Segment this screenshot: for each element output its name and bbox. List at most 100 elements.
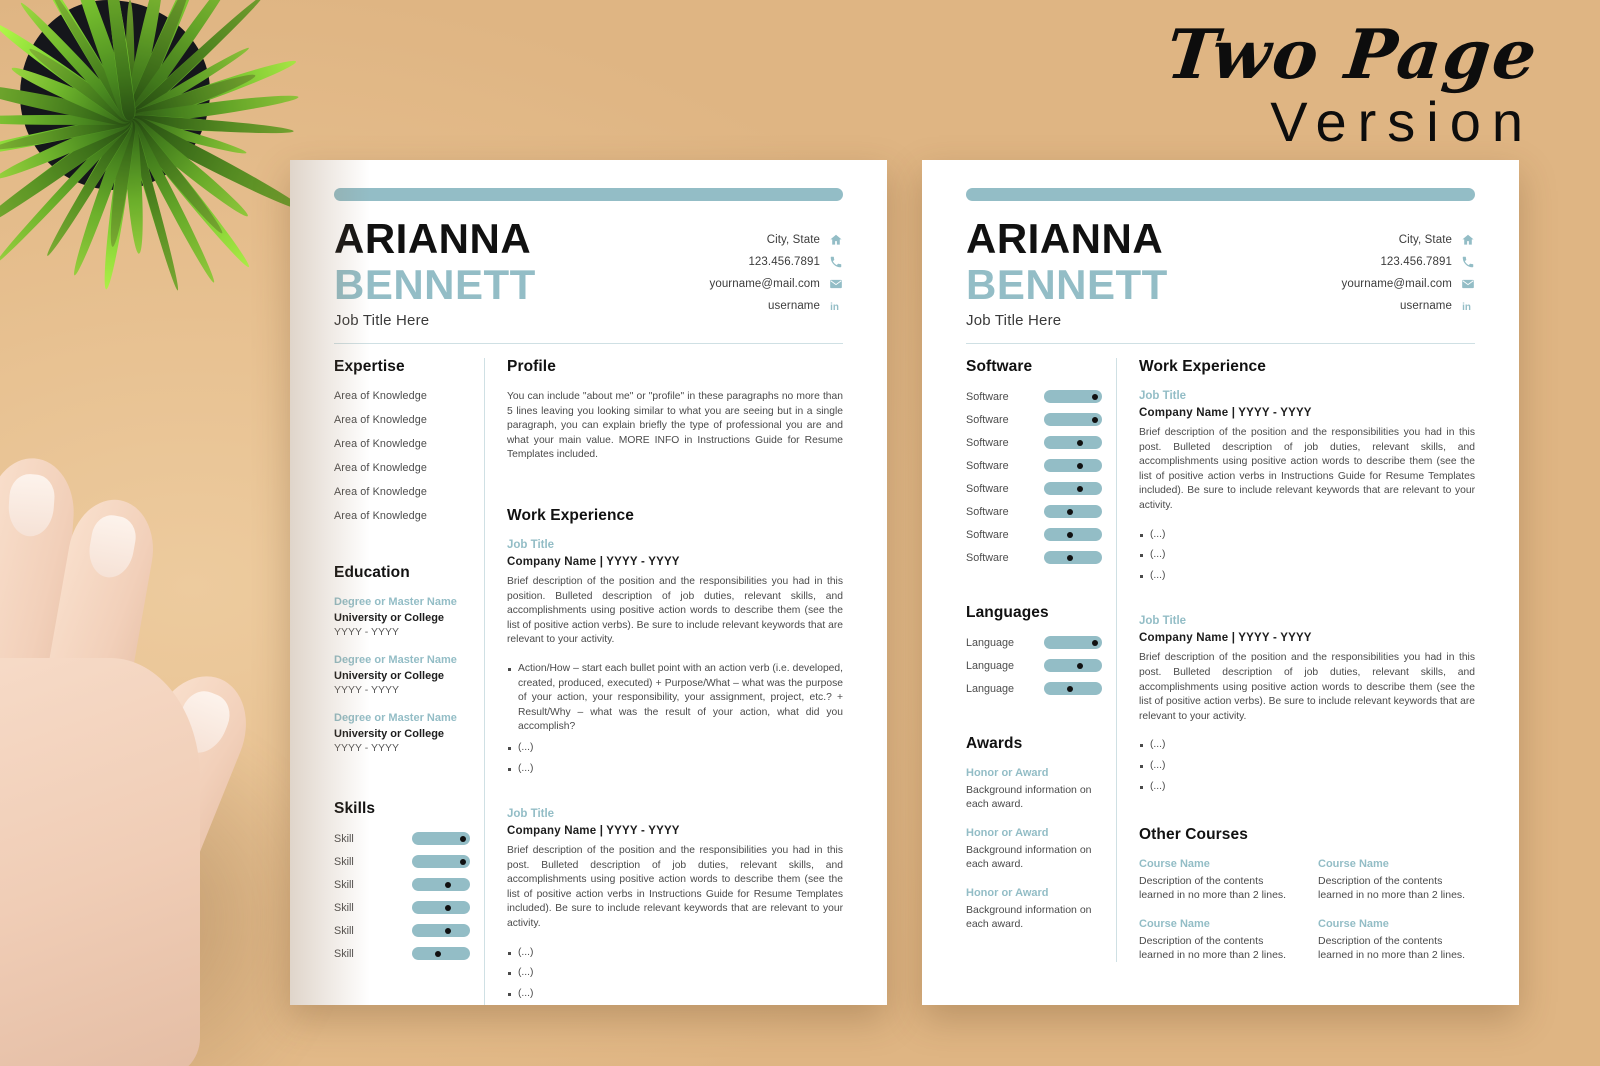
course-entry: Course Name Description of the contents … [1318, 918, 1475, 962]
list-item: Area of Knowledge [334, 390, 427, 402]
skill-label: Skill [334, 947, 354, 960]
skill-label: Skill [334, 924, 354, 937]
profile-heading: Profile [507, 358, 556, 375]
job-title-line: Job Title Here [334, 312, 430, 329]
work-job-title: Job Title [507, 808, 555, 821]
education-heading: Education [334, 564, 410, 581]
course-description: Description of the contents learned in n… [1318, 875, 1466, 902]
language-meter [1044, 682, 1102, 695]
linkedin-icon: in [829, 299, 843, 313]
name-block: ARIANNA BENNETT Job Title Here [966, 217, 1168, 330]
work-company: Company Name | YYYY - YYYY [507, 825, 680, 838]
work-description: Brief description of the position and th… [507, 575, 843, 646]
name-block: ARIANNA BENNETT Job Title Here [334, 217, 536, 330]
bullet-item: (...) [507, 762, 843, 777]
languages-rating-list: Language Language Language [966, 636, 1102, 695]
software-heading: Software [966, 358, 1033, 375]
software-dot [1067, 508, 1074, 515]
software-label: Software [966, 459, 1009, 472]
education-degree: Degree or Master Name [334, 712, 457, 724]
software-label: Software [966, 551, 1009, 564]
home-icon [1461, 233, 1475, 247]
contact-row-location[interactable]: City, State [1341, 229, 1475, 251]
software-meter [1044, 436, 1102, 449]
contact-row-phone[interactable]: 123.456.7891 [1341, 251, 1475, 273]
bullet-item: (...) [1139, 759, 1475, 774]
contact-phone-text: 123.456.7891 [748, 256, 820, 268]
contact-list: City, State 123.456.7891 yourname@mail.c… [1341, 229, 1475, 317]
work-experience-heading: Work Experience [507, 506, 634, 524]
software-dot [1076, 485, 1083, 492]
page1-sidebar: Expertise Area of Knowledge Area of Know… [334, 358, 484, 1005]
skills-rating-list: Skill Skill Skill Skill Skill Skill [334, 832, 470, 960]
education-entry: Degree or Master Name University or Coll… [334, 596, 470, 639]
language-label: Language [966, 682, 1015, 695]
work-bullets: (...) (...) (...) [507, 946, 843, 1002]
software-row: Software [966, 459, 1102, 472]
language-dot [1067, 685, 1074, 692]
software-label: Software [966, 528, 1009, 541]
bullet-item: Action/How – start each bullet point wit… [507, 662, 843, 735]
work-job-title: Job Title [507, 538, 555, 551]
job-title-line: Job Title Here [966, 312, 1062, 329]
skill-dot [444, 927, 451, 934]
software-row: Software [966, 390, 1102, 403]
software-meter [1044, 390, 1102, 403]
education-school: University or College [334, 670, 445, 682]
skill-label: Skill [334, 855, 354, 868]
bullet-item: (...) [1139, 780, 1475, 795]
work-bullets: (...) (...) (...) [1139, 528, 1475, 584]
contact-row-location[interactable]: City, State [709, 229, 843, 251]
awards-heading: Awards [966, 735, 1023, 752]
list-item: Area of Knowledge [334, 438, 427, 450]
list-item: Area of Knowledge [334, 414, 427, 426]
language-dot [1076, 662, 1083, 669]
course-description: Description of the contents learned in n… [1318, 935, 1466, 962]
education-entry: Degree or Master Name University or Coll… [334, 712, 470, 755]
skill-dot [444, 881, 451, 888]
contact-phone-text: 123.456.7891 [1380, 256, 1452, 268]
last-name: BENNETT [966, 261, 1168, 308]
resume-page-1[interactable]: ARIANNA BENNETT Job Title Here City, Sta… [290, 160, 887, 1005]
award-title: Honor or Award [966, 767, 1049, 779]
header-divider [966, 343, 1475, 344]
accent-bar [334, 188, 843, 201]
skill-meter [412, 878, 470, 891]
contact-list: City, State 123.456.7891 yourname@mail.c… [709, 229, 843, 317]
contact-row-linkedin[interactable]: username in [709, 295, 843, 317]
contact-row-email[interactable]: yourname@mail.com [1341, 273, 1475, 295]
education-entry: Degree or Master Name University or Coll… [334, 654, 470, 697]
award-entry: Honor or Award Background information on… [966, 887, 1102, 931]
contact-row-phone[interactable]: 123.456.7891 [709, 251, 843, 273]
linkedin-icon: in [1461, 299, 1475, 313]
software-dot [1092, 416, 1099, 423]
bullet-item: (...) [1139, 738, 1475, 753]
svg-text:in: in [830, 302, 839, 313]
phone-icon [829, 255, 843, 269]
course-description: Description of the contents learned in n… [1139, 875, 1287, 902]
contact-email-text: yourname@mail.com [1341, 278, 1452, 290]
course-entry: Course Name Description of the contents … [1318, 858, 1475, 902]
skill-row: Skill [334, 878, 470, 891]
resume-page-2[interactable]: ARIANNA BENNETT Job Title Here City, Sta… [922, 160, 1519, 1005]
work-job-title: Job Title [1139, 615, 1187, 628]
promo-headline: Two Page Version [1163, 15, 1542, 152]
resume-header: ARIANNA BENNETT Job Title Here City, Sta… [966, 217, 1475, 329]
work-company: Company Name | YYYY - YYYY [1139, 407, 1312, 419]
work-entry: Job Title Company Name | YYYY - YYYY Bri… [507, 539, 843, 776]
bullet-item: (...) [1139, 528, 1475, 543]
contact-row-linkedin[interactable]: username in [1341, 295, 1475, 317]
contact-location-text: City, State [1398, 234, 1452, 246]
work-description: Brief description of the position and th… [507, 845, 843, 930]
software-rating-list: Software Software Software Software Soft… [966, 390, 1102, 564]
languages-heading: Languages [966, 604, 1049, 621]
work-entry: Job Title Company Name | YYYY - YYYY Bri… [1139, 615, 1475, 794]
list-item: Area of Knowledge [334, 510, 427, 522]
contact-row-email[interactable]: yourname@mail.com [709, 273, 843, 295]
work-experience-heading: Work Experience [1139, 358, 1266, 375]
